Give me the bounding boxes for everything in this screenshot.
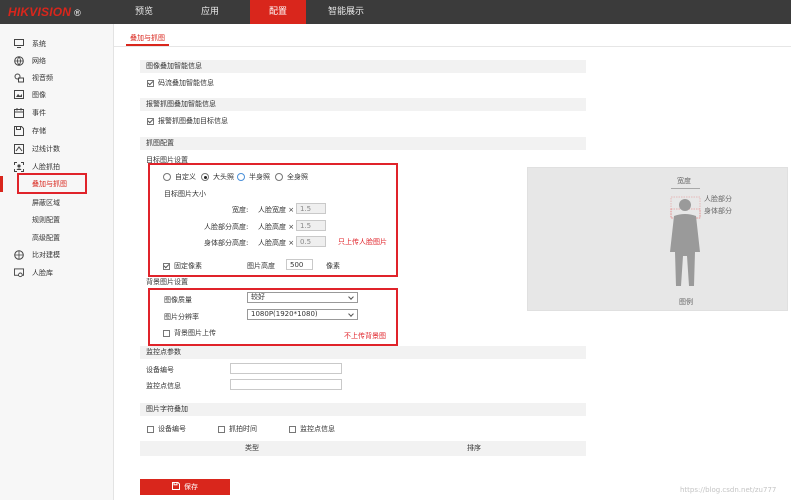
- sidebar-item-audio-video[interactable]: 视音频: [0, 70, 114, 85]
- device-number-input[interactable]: [230, 363, 342, 374]
- radio-half-body[interactable]: 半身照: [237, 172, 270, 182]
- note-no-background: 不上传背景图: [344, 332, 386, 340]
- alarm-overlay-row[interactable]: 报警抓图叠加目标信息: [147, 116, 228, 126]
- overlay-monitor-info-checkbox[interactable]: [289, 425, 296, 433]
- sidebar: 系统 网络 视音频 图像 事件 存储 过线计数 人脸抓拍 叠加与抓图 屏蔽区域 …: [0, 24, 114, 500]
- top-bar: HIKVISION ® 预览 应用 配置 智能展示: [0, 0, 791, 24]
- image-height-label: 图片高度: [247, 262, 275, 270]
- radio-headshot[interactable]: 大头照: [201, 172, 234, 182]
- body-height-input[interactable]: 0.5: [296, 236, 326, 247]
- radio-custom-button[interactable]: [163, 173, 171, 181]
- section-alarm-overlay: 报警抓图叠加智能信息: [140, 98, 586, 111]
- section-capture-config: 抓图配置: [140, 137, 586, 150]
- note-face-only: 只上传人脸图片: [338, 238, 387, 246]
- sidebar-item-advanced-config[interactable]: 高级配置: [0, 230, 114, 245]
- resolution-select[interactable]: 1080P(1920*1080): [247, 309, 358, 320]
- person-silhouette: [670, 188, 701, 286]
- fixed-pixel-checkbox[interactable]: [163, 262, 170, 270]
- audio-video-icon: [14, 73, 24, 83]
- chevron-down-icon: [348, 311, 354, 317]
- background-upload-row[interactable]: 背景图片上传: [163, 328, 216, 338]
- section-monitor-params: 监控点参数: [140, 346, 586, 359]
- tab-overlay-capture[interactable]: 叠加与抓图: [126, 30, 169, 46]
- overlay-table-header: 类型 排序: [140, 441, 586, 456]
- nav-preview[interactable]: 预览: [118, 0, 170, 24]
- quality-select[interactable]: 较好: [247, 292, 358, 303]
- chevron-down-icon: [348, 294, 354, 300]
- sidebar-item-compare-modeling[interactable]: 比对建模: [0, 247, 114, 262]
- section-char-overlay: 图片字符叠加: [140, 403, 586, 416]
- nav-smart-display[interactable]: 智能展示: [316, 0, 376, 24]
- section-image-overlay: 图像叠加智能信息: [140, 60, 586, 73]
- line-count-icon: [14, 143, 24, 154]
- background-settings-title: 背景图片设置: [146, 278, 188, 286]
- sidebar-item-network[interactable]: 网络: [0, 53, 114, 68]
- save-button[interactable]: 保存: [140, 479, 230, 495]
- monitor-icon: [14, 39, 24, 49]
- device-number-label: 设备编号: [146, 366, 174, 374]
- compare-icon: [14, 249, 24, 260]
- stream-overlay-row[interactable]: 码流叠加智能信息: [147, 78, 214, 88]
- face-height-unit: 人脸高度 ×: [258, 223, 295, 231]
- sidebar-item-image[interactable]: 图像: [0, 87, 114, 102]
- brand-logo: HIKVISION ®: [8, 5, 81, 19]
- sidebar-item-rule-config[interactable]: 规则配置: [0, 212, 114, 227]
- save-icon: [14, 125, 24, 136]
- width-label: 宽度:: [232, 206, 249, 214]
- monitor-info-input[interactable]: [230, 379, 342, 390]
- fixed-pixel-row[interactable]: 固定像素: [163, 261, 202, 271]
- sidebar-item-storage[interactable]: 存储: [0, 123, 114, 138]
- body-height-label: 身体部分高度:: [204, 239, 249, 247]
- radio-half-body-button[interactable]: [237, 173, 245, 181]
- sidebar-item-mask-area[interactable]: 屏蔽区域: [0, 195, 114, 210]
- sidebar-item-face-capture[interactable]: 人脸抓拍: [0, 159, 114, 174]
- calendar-icon: [14, 107, 24, 118]
- preview-width-label: 宽度: [677, 177, 691, 185]
- body-height-unit: 人脸高度 ×: [258, 239, 295, 247]
- nav-application[interactable]: 应用: [184, 0, 236, 24]
- alarm-overlay-checkbox[interactable]: [147, 117, 154, 125]
- overlay-capture-time[interactable]: 抓拍时间: [218, 424, 257, 434]
- watermark: https://blog.csdn.net/zu777: [680, 486, 777, 494]
- preview-panel: [527, 167, 788, 311]
- face-height-label: 人脸部分高度:: [204, 223, 249, 231]
- save-icon: [172, 482, 180, 492]
- overlay-device-number-checkbox[interactable]: [147, 425, 154, 433]
- sidebar-item-line-count[interactable]: 过线计数: [0, 141, 114, 156]
- radio-custom[interactable]: 自定义: [163, 172, 196, 182]
- main-panel: 叠加与抓图 图像叠加智能信息 码流叠加智能信息 报警抓图叠加智能信息 报警抓图叠…: [114, 24, 791, 500]
- preview-body-label: 身体部分: [704, 207, 732, 215]
- overlay-capture-time-checkbox[interactable]: [218, 425, 225, 433]
- sidebar-item-system[interactable]: 系统: [0, 36, 114, 51]
- face-capture-icon: [14, 161, 24, 172]
- image-height-input[interactable]: 500: [286, 259, 313, 270]
- resolution-label: 图片分辨率: [164, 313, 199, 321]
- sidebar-item-face-library[interactable]: 人脸库: [0, 265, 114, 280]
- width-unit: 人脸宽度 ×: [258, 206, 295, 214]
- width-input[interactable]: 1.5: [296, 203, 326, 214]
- column-order: 排序: [467, 444, 481, 452]
- stream-overlay-checkbox[interactable]: [147, 79, 154, 87]
- sidebar-highlight-box: [17, 173, 87, 194]
- tab-divider: [114, 46, 791, 47]
- image-icon: [14, 90, 24, 100]
- preview-face-label: 人脸部分: [704, 195, 732, 203]
- radio-headshot-button[interactable]: [201, 173, 209, 181]
- radio-full-body-button[interactable]: [275, 173, 283, 181]
- monitor-info-label: 监控点信息: [146, 382, 181, 390]
- nav-configuration[interactable]: 配置: [250, 0, 306, 24]
- radio-full-body[interactable]: 全身照: [275, 172, 308, 182]
- sidebar-item-event[interactable]: 事件: [0, 105, 114, 120]
- overlay-device-number[interactable]: 设备编号: [147, 424, 186, 434]
- background-upload-checkbox[interactable]: [163, 329, 170, 337]
- quality-label: 图像质量: [164, 296, 192, 304]
- image-height-unit: 像素: [326, 262, 340, 270]
- overlay-monitor-info[interactable]: 监控点信息: [289, 424, 335, 434]
- face-height-input[interactable]: 1.5: [296, 220, 326, 231]
- target-size-title: 目标图片大小: [164, 190, 206, 198]
- preview-caption: 图例: [679, 298, 693, 306]
- globe-icon: [14, 55, 24, 66]
- face-library-icon: [14, 267, 24, 278]
- column-type: 类型: [245, 444, 259, 452]
